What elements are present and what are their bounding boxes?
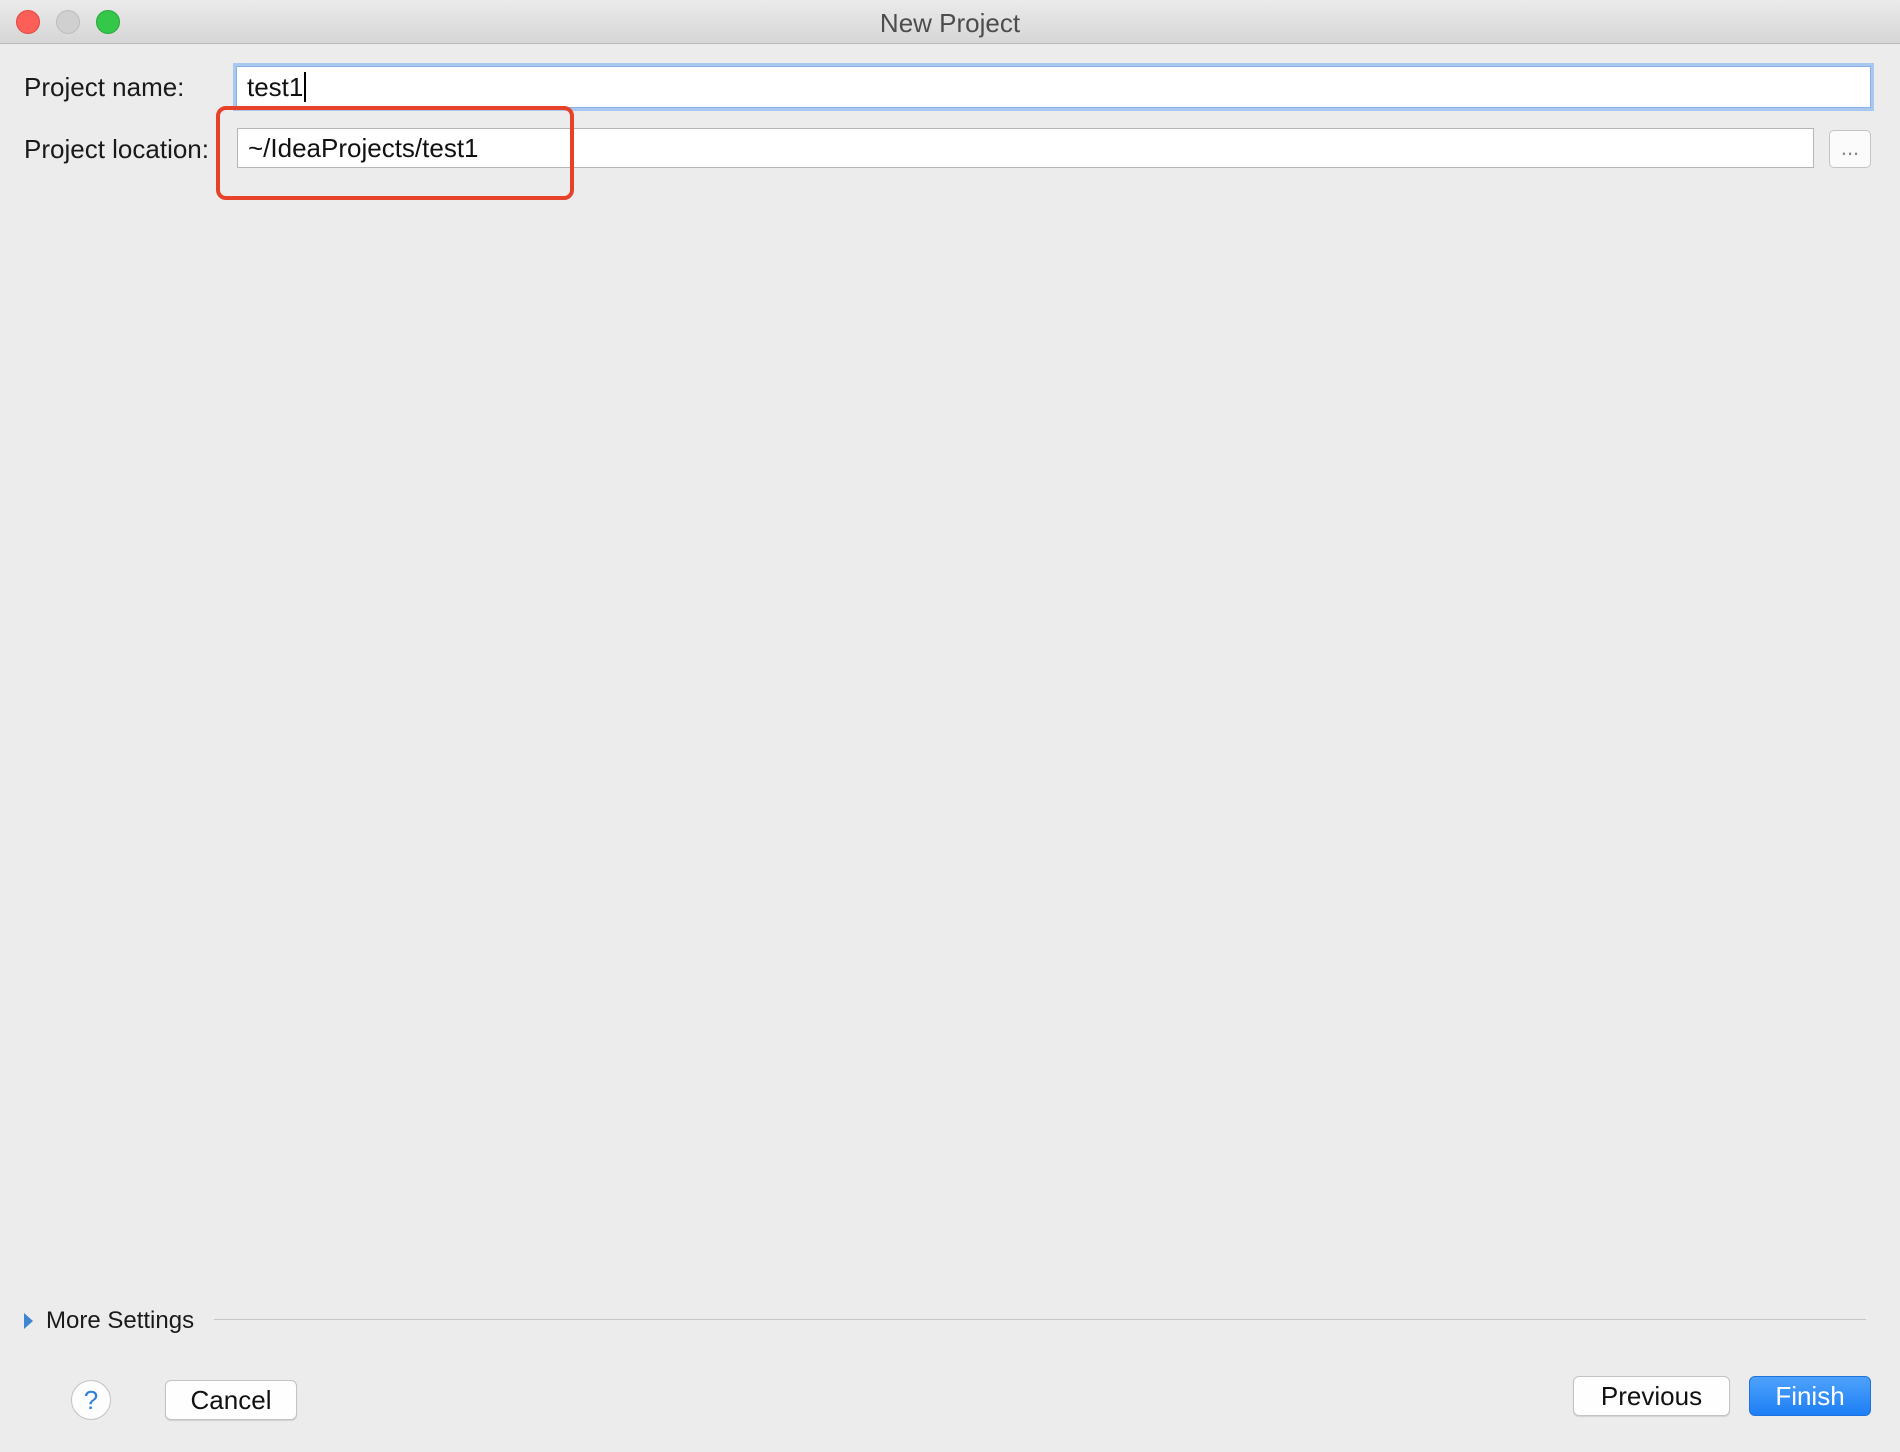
project-name-input[interactable]: test1 [236, 66, 1871, 108]
project-name-value: test1 [247, 71, 304, 102]
project-name-label: Project name: [24, 72, 185, 102]
project-location-label: Project location: [24, 134, 209, 164]
previous-button[interactable]: Previous [1573, 1376, 1730, 1416]
more-settings-label: More Settings [46, 1307, 195, 1334]
cancel-button[interactable]: Cancel [165, 1380, 297, 1420]
annotation-highlight-box [216, 106, 574, 200]
more-settings-divider [214, 1319, 1866, 1320]
finish-button[interactable]: Finish [1749, 1376, 1871, 1416]
text-caret [304, 72, 307, 102]
disclosure-triangle-icon [24, 1313, 33, 1329]
browse-location-button[interactable]: ... [1829, 130, 1871, 168]
help-icon: ? [83, 1385, 99, 1415]
title-bar: New Project [0, 0, 1900, 44]
help-button[interactable]: ? [71, 1380, 111, 1420]
window-title: New Project [879, 8, 1021, 38]
new-project-dialog: New Project Project name: test1 Project … [0, 0, 1900, 1452]
more-settings-toggle[interactable]: More Settings [24, 1304, 194, 1338]
